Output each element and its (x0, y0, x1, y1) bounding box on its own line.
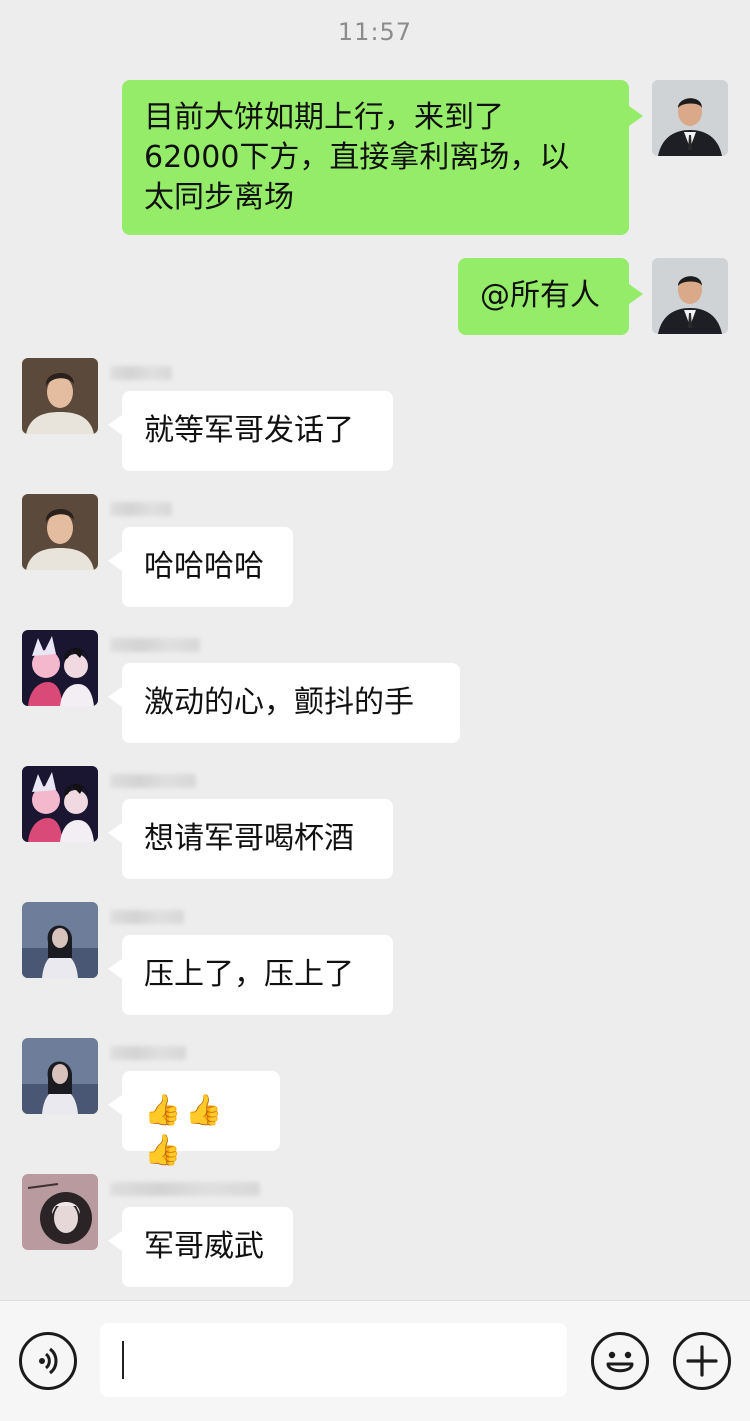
sender-avatar[interactable] (22, 902, 98, 978)
girl-night-icon (22, 1038, 98, 1114)
blurred-nickname (110, 366, 172, 380)
text-caret (122, 1341, 124, 1379)
voice-icon (39, 1347, 58, 1375)
received-message-bubble[interactable]: 想请军哥喝杯酒 (108, 799, 393, 879)
girl-night-icon (22, 902, 98, 978)
message-text: 就等军哥发话了 (144, 413, 354, 448)
sender-avatar[interactable] (22, 358, 98, 434)
message-text: 激动的心，颤抖的手 (144, 685, 414, 720)
message-text: 军哥威武 (144, 1229, 264, 1264)
received-message-bubble[interactable]: 压上了，压上了 (108, 935, 393, 1015)
young-man-icon (22, 494, 98, 570)
anime-pair-icon (22, 630, 98, 706)
message-text: 哈哈哈哈 (144, 549, 264, 584)
thumbs-up-emoji-text: 👍👍👍 (144, 1093, 227, 1168)
emoji-icon (606, 1351, 634, 1373)
sketch-portrait-icon (22, 1174, 98, 1250)
blurred-nickname (110, 1182, 260, 1196)
blurred-nickname (110, 1046, 186, 1060)
received-message-bubble[interactable]: 哈哈哈哈 (108, 527, 293, 607)
voice-button[interactable] (19, 1332, 77, 1390)
message-input[interactable] (100, 1323, 567, 1397)
anime-pair-icon (22, 766, 98, 842)
message-text: 目前大饼如期上行，来到了 62000下方，直接拿利离场，以 太同步离场 (144, 100, 570, 215)
blurred-nickname (110, 502, 172, 516)
received-message-bubble[interactable]: 激动的心，颤抖的手 (108, 663, 460, 743)
received-message-bubble[interactable]: 军哥威武 (108, 1207, 293, 1287)
received-message-bubble[interactable]: 👍👍👍 (108, 1071, 280, 1168)
sender-avatar[interactable] (22, 494, 98, 570)
my-avatar[interactable] (652, 258, 728, 334)
sender-avatar[interactable] (22, 1038, 98, 1114)
my-message-bubble[interactable]: @所有人 (458, 258, 643, 335)
sender-avatar[interactable] (22, 630, 98, 706)
chat-input-bar (0, 1300, 750, 1421)
man-in-suit-icon (652, 80, 728, 156)
emoji-button[interactable] (591, 1332, 649, 1390)
timestamp: 11:57 (337, 18, 413, 46)
plus-icon (686, 1345, 718, 1377)
message-text: @所有人 (480, 278, 600, 313)
blurred-nickname (110, 638, 200, 652)
blurred-nickname (110, 910, 184, 924)
sender-avatar[interactable] (22, 766, 98, 842)
sender-avatar[interactable] (22, 1174, 98, 1250)
man-in-suit-icon (652, 258, 728, 334)
message-text: 想请军哥喝杯酒 (144, 821, 354, 856)
blurred-nickname (110, 774, 196, 788)
message-text: 压上了，压上了 (144, 957, 354, 992)
my-avatar[interactable] (652, 80, 728, 156)
received-message-bubble[interactable]: 就等军哥发话了 (108, 391, 393, 471)
young-man-icon (22, 358, 98, 434)
plus-button[interactable] (673, 1332, 731, 1390)
my-message-bubble[interactable]: 目前大饼如期上行，来到了 62000下方，直接拿利离场，以 太同步离场 (122, 80, 643, 235)
